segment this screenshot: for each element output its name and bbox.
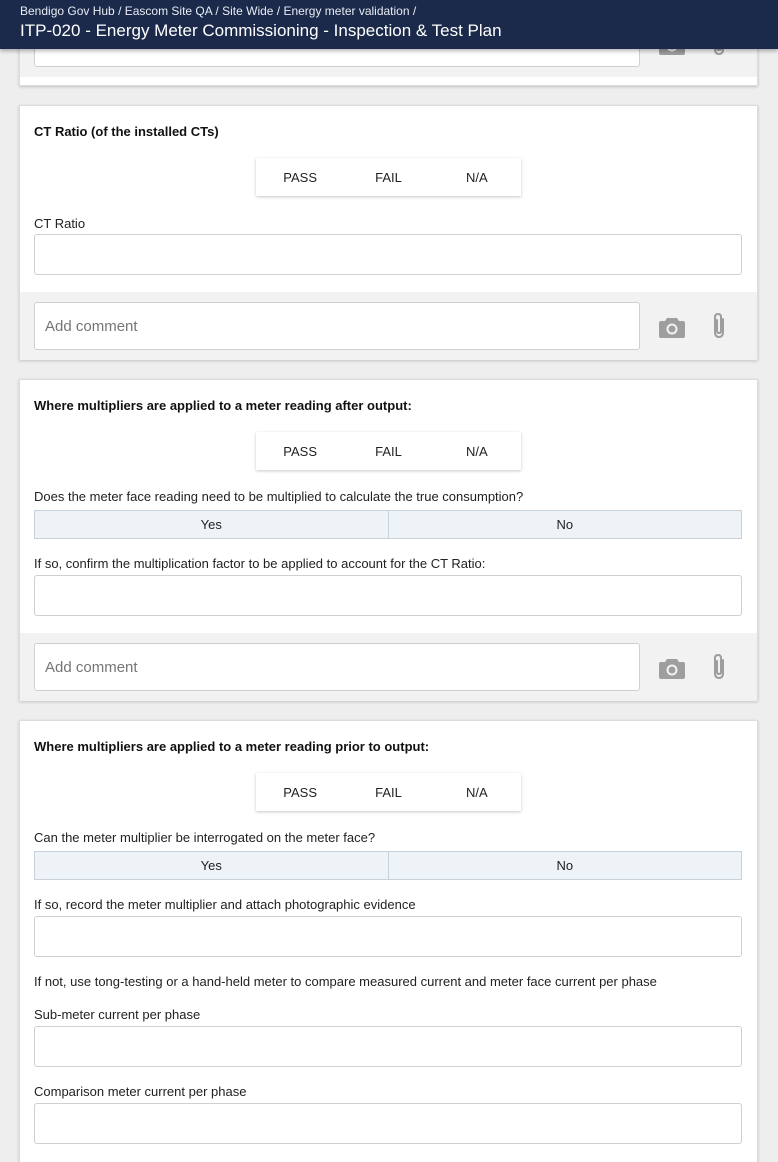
- camera-icon[interactable]: [659, 657, 685, 679]
- question-title: CT Ratio (of the installed CTs): [34, 124, 219, 139]
- comment-bar: [20, 633, 757, 701]
- yesno-question-label: Does the meter face reading need to be m…: [34, 489, 524, 504]
- question-title: Where multipliers are applied to a meter…: [34, 398, 412, 413]
- fail-button[interactable]: FAIL: [344, 158, 432, 196]
- comparison-meter-current-input[interactable]: [34, 1103, 742, 1144]
- instruction-text: If not, use tong-testing or a hand-held …: [34, 974, 657, 989]
- pass-button[interactable]: PASS: [256, 158, 344, 196]
- field-label: Sub-meter current per phase: [34, 1007, 201, 1022]
- yes-no-toggle: Yes No: [34, 510, 742, 539]
- field-label: Comparison meter current per phase: [34, 1084, 247, 1099]
- na-button[interactable]: N/A: [433, 158, 521, 196]
- field-label: If so, record the meter multiplier and a…: [34, 897, 416, 912]
- camera-icon[interactable]: [659, 316, 685, 338]
- comment-input[interactable]: [34, 643, 640, 691]
- ct-ratio-card: CT Ratio (of the installed CTs) PASS FAI…: [19, 105, 758, 360]
- form-scroll-area[interactable]: CT Ratio (of the installed CTs) PASS FAI…: [0, 0, 778, 1162]
- pass-button[interactable]: PASS: [256, 773, 344, 811]
- comment-input[interactable]: [34, 302, 640, 350]
- field-label: If so, confirm the multiplication factor…: [34, 556, 486, 571]
- page-title: ITP-020 - Energy Meter Commissioning - I…: [20, 21, 502, 40]
- paperclip-icon[interactable]: [710, 312, 728, 340]
- multiplier-prior-output-card: Where multipliers are applied to a meter…: [19, 720, 758, 1162]
- na-button[interactable]: N/A: [433, 432, 521, 470]
- field-label: CT Ratio: [34, 216, 86, 231]
- breadcrumb[interactable]: Bendigo Gov Hub / Eascom Site QA / Site …: [20, 4, 778, 18]
- sub-meter-current-input[interactable]: [34, 1026, 742, 1067]
- fail-button[interactable]: FAIL: [344, 432, 432, 470]
- pass-fail-na-group: PASS FAIL N/A: [256, 158, 521, 196]
- multiplication-factor-input[interactable]: [34, 575, 742, 616]
- fail-button[interactable]: FAIL: [344, 773, 432, 811]
- pass-button[interactable]: PASS: [256, 432, 344, 470]
- pass-fail-na-group: PASS FAIL N/A: [256, 432, 521, 470]
- yes-option[interactable]: Yes: [35, 852, 388, 879]
- meter-multiplier-input[interactable]: [34, 916, 742, 957]
- na-button[interactable]: N/A: [433, 773, 521, 811]
- yesno-question-label: Can the meter multiplier be interrogated…: [34, 830, 376, 845]
- multiplier-after-output-card: Where multipliers are applied to a meter…: [19, 379, 758, 701]
- no-option[interactable]: No: [387, 511, 742, 538]
- pass-fail-na-group: PASS FAIL N/A: [256, 773, 521, 811]
- no-option[interactable]: No: [387, 852, 742, 879]
- ct-ratio-input[interactable]: [34, 234, 742, 275]
- yes-no-toggle: Yes No: [34, 851, 742, 880]
- yes-option[interactable]: Yes: [35, 511, 388, 538]
- app-header: Bendigo Gov Hub / Eascom Site QA / Site …: [0, 0, 778, 49]
- paperclip-icon[interactable]: [710, 653, 728, 681]
- question-title: Where multipliers are applied to a meter…: [34, 739, 430, 754]
- comment-bar: [20, 292, 757, 360]
